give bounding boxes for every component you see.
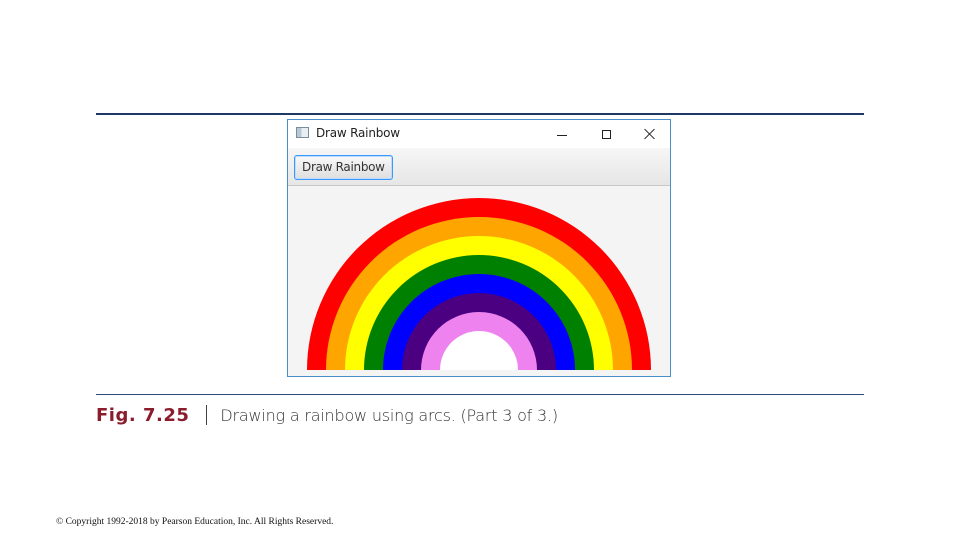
toolbar: Draw Rainbow [288,148,670,186]
close-icon [644,128,656,140]
maximize-button[interactable] [584,120,628,148]
figure-label: Fig. 7.25 [96,404,190,426]
minimize-button[interactable] [540,120,584,148]
drawing-canvas [288,186,670,370]
minimize-icon [557,134,567,136]
figure-caption: Fig. 7.25 Drawing a rainbow using arcs. … [96,402,558,428]
app-window: Draw Rainbow Draw Rainbow [287,119,671,377]
caption-text: Drawing a rainbow using arcs. (Part 3 of… [220,405,558,425]
maximize-icon [601,129,611,139]
app-icon [296,127,309,138]
window-title: Draw Rainbow [316,126,400,140]
close-button[interactable] [628,120,670,148]
bottom-rule [96,394,864,395]
draw-rainbow-button[interactable]: Draw Rainbow [294,155,393,180]
rainbow-drawing [307,198,651,370]
caption-separator [206,405,208,425]
copyright-notice: © Copyright 1992-2018 by Pearson Educati… [56,517,334,527]
top-rule [96,113,864,115]
title-bar[interactable]: Draw Rainbow [288,120,670,148]
slide: Draw Rainbow Draw Rainbow Fig. 7.25 Draw… [0,0,960,540]
